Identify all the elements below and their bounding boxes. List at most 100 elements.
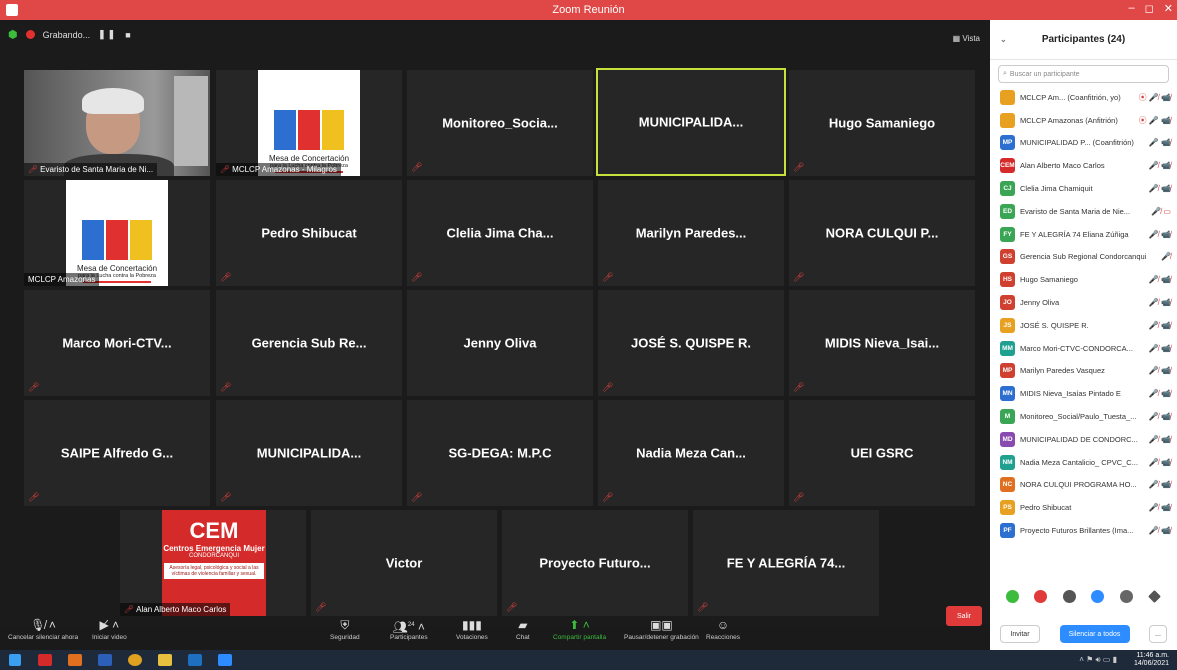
polls-button[interactable]: ▮▮▮ Votaciones bbox=[456, 616, 488, 641]
participant-row[interactable]: MD MUNICIPALIDAD DE CONDORC... 🎤̸ 📹̸ bbox=[990, 428, 1177, 451]
zoom-taskbar-icon[interactable] bbox=[210, 650, 240, 670]
video-tile-active-speaker[interactable]: MUNICIPALIDA... bbox=[596, 68, 786, 176]
video-tile[interactable]: UEI GSRC 🎤︎ bbox=[789, 400, 975, 506]
leave-button[interactable]: Salir bbox=[946, 606, 982, 626]
video-tile[interactable]: Marilyn Paredes... 🎤︎ bbox=[598, 180, 784, 286]
minimize-button[interactable]: – bbox=[1129, 2, 1135, 15]
participant-status-icons[interactable]: 🎤 📹̸ bbox=[1149, 138, 1171, 147]
outlook-icon[interactable] bbox=[180, 650, 210, 670]
participant-status-icons[interactable]: 🎤̸ 📹̸ bbox=[1149, 366, 1171, 375]
start-button[interactable] bbox=[0, 650, 30, 670]
participant-status-icons[interactable]: 🎤̸ 📹̸ bbox=[1149, 321, 1171, 330]
participant-row[interactable]: MCLCP Am... (Coanfitrión, yo) ⦿ 🎤̸ 📹̸ bbox=[990, 86, 1177, 109]
participant-status-icons[interactable]: 🎤̸ 📹̸ bbox=[1149, 526, 1171, 535]
video-tile[interactable]: Monitoreo_Socia... 🎤︎ bbox=[407, 70, 593, 176]
participant-status-icons[interactable]: 🎤̸ 📹̸ bbox=[1149, 503, 1171, 512]
participant-status-icons[interactable]: 🎤̸ 📹̸ bbox=[1149, 389, 1171, 398]
chevron-down-icon[interactable]: ⌄ bbox=[1000, 35, 1007, 44]
participant-row[interactable]: ED Evaristo de Santa Maria de Nie... 🎤̸ ▭ bbox=[990, 200, 1177, 223]
video-tile[interactable]: Hugo Samaniego 🎤︎ bbox=[789, 70, 975, 176]
more-button[interactable]: ... bbox=[1149, 625, 1167, 643]
invite-button[interactable]: Invitar bbox=[1000, 625, 1040, 643]
participant-row[interactable]: MP Marilyn Paredes Vasquez 🎤̸ 📹̸ bbox=[990, 360, 1177, 383]
chrome-icon[interactable] bbox=[120, 650, 150, 670]
video-tile[interactable]: Marco Mori-CTV... 🎤︎ bbox=[24, 290, 210, 396]
video-tile[interactable]: SAIPE Alfredo G... 🎤︎ bbox=[24, 400, 210, 506]
video-tile[interactable]: JOSÉ S. QUISPE R. 🎤︎ bbox=[598, 290, 784, 396]
video-tile[interactable]: Pedro Shibucat 🎤︎ bbox=[216, 180, 402, 286]
close-button[interactable]: ✕ bbox=[1164, 2, 1173, 15]
participant-status-icons[interactable]: ⦿ 🎤̸ 📹̸ bbox=[1139, 92, 1171, 103]
raise-hand-icon[interactable] bbox=[1148, 590, 1162, 603]
taskbar-clock[interactable]: 11:46 a.m. 14/06/2021 bbox=[1134, 652, 1169, 668]
stop-recording-button[interactable]: ■ bbox=[125, 30, 130, 40]
participant-row[interactable]: MM Marco Mori-CTVC-CONDORCA... 🎤̸ 📹̸ bbox=[990, 337, 1177, 360]
participant-status-icons[interactable]: ⦿ 🎤 📹̸ bbox=[1139, 115, 1171, 126]
participant-row[interactable]: MCLCP Amazonas (Anfitrión) ⦿ 🎤 📹̸ bbox=[990, 109, 1177, 132]
participant-row[interactable]: NM Nadia Meza Cantalicio_ CPVC_C... 🎤̸ 📹̸ bbox=[990, 451, 1177, 474]
video-tile[interactable]: Mesa de Concertación para la Lucha contr… bbox=[24, 180, 210, 286]
participant-row[interactable]: PS Pedro Shibucat 🎤̸ 📹̸ bbox=[990, 496, 1177, 519]
share-screen-button[interactable]: ⬆ ˄ Compartir pantalla bbox=[553, 616, 606, 641]
slow-down-icon[interactable] bbox=[1062, 590, 1076, 603]
more-reactions-icon[interactable] bbox=[1119, 590, 1133, 603]
participant-row[interactable]: GS Gerencia Sub Regional Condorcanqui 🎤̸ bbox=[990, 246, 1177, 269]
participant-status-icons[interactable]: 🎤̸ 📹̸ bbox=[1149, 275, 1171, 284]
video-tile[interactable]: CEM Centros Emergencia Mujer CONDORCANQU… bbox=[120, 510, 306, 616]
video-tile[interactable]: MIDIS Nieva_Isai... 🎤︎ bbox=[789, 290, 975, 396]
video-tile[interactable]: Victor 🎤︎ bbox=[311, 510, 497, 616]
participant-row[interactable]: MN MIDIS Nieva_Isaías Pintado E 🎤̸ 📹̸ bbox=[990, 382, 1177, 405]
participant-status-icons[interactable]: 🎤̸ 📹̸ bbox=[1149, 298, 1171, 307]
participant-status-icons[interactable]: 🎤̸ 📹̸ bbox=[1149, 480, 1171, 489]
video-tile[interactable]: 🎤︎ Evaristo de Santa Maria de Ni... bbox=[24, 70, 210, 176]
participant-status-icons[interactable]: 🎤̸ 📹̸ bbox=[1149, 230, 1171, 239]
participant-status-icons[interactable]: 🎤̸ bbox=[1161, 252, 1171, 261]
participant-status-icons[interactable]: 🎤̸ 📹̸ bbox=[1149, 344, 1171, 353]
maximize-button[interactable]: ◻ bbox=[1145, 2, 1154, 15]
mute-all-button[interactable]: Silenciar a todos bbox=[1059, 625, 1130, 643]
view-button[interactable]: ▦ Vista bbox=[953, 34, 980, 43]
participant-row[interactable]: CEM Alan Alberto Maco Carlos 🎤̸ 📹̸ bbox=[990, 154, 1177, 177]
video-tile[interactable]: Proyecto Futuro... 🎤︎ bbox=[502, 510, 688, 616]
participant-row[interactable]: M Monitoreo_Social/Paulo_Tuesta_... 🎤̸ 📹̸ bbox=[990, 405, 1177, 428]
no-icon[interactable] bbox=[1034, 590, 1048, 603]
video-tile[interactable]: Jenny Oliva bbox=[407, 290, 593, 396]
acrobat-icon[interactable] bbox=[30, 650, 60, 670]
participant-status-icons[interactable]: 🎤̸ 📹̸ bbox=[1149, 458, 1171, 467]
participant-status-icons[interactable]: 🎤̸ 📹̸ bbox=[1149, 412, 1171, 421]
video-tile[interactable]: FE Y ALEGRÍA 74... 🎤︎ bbox=[693, 510, 879, 616]
participant-status-icons[interactable]: 🎤̸ 📹̸ bbox=[1149, 435, 1171, 444]
participant-status-icons[interactable]: 🎤̸ 📹̸ bbox=[1149, 184, 1171, 193]
participant-row[interactable]: JS JOSÉ S. QUISPE R. 🎤̸ 📹̸ bbox=[990, 314, 1177, 337]
participant-status-icons[interactable]: 🎤̸ 📹̸ bbox=[1149, 161, 1171, 170]
unmute-button[interactable]: 🎙︎̸ ˄ Cancelar silenciar ahora bbox=[8, 616, 78, 641]
reactions-button[interactable]: ☺ Reacciones bbox=[706, 616, 740, 641]
participant-search-input[interactable]: ⌕ Buscar un participante bbox=[998, 65, 1169, 83]
word-icon[interactable] bbox=[90, 650, 120, 670]
participant-row[interactable]: CJ Clelia Jima Chamiquit 🎤̸ 📹̸ bbox=[990, 177, 1177, 200]
system-tray[interactable]: ˄ ⚑ 🔊︎ ▭ ▮ bbox=[1079, 655, 1117, 665]
participants-button[interactable]: 👥︎24 ˄ Participantes bbox=[390, 616, 428, 641]
participant-row[interactable]: NC NORA CULQUI PROGRAMA HO... 🎤̸ 📹̸ bbox=[990, 474, 1177, 497]
participant-row[interactable]: FY FE Y ALEGRÍA 74 Eliana Zúñiga 🎤̸ 📹̸ bbox=[990, 223, 1177, 246]
yes-icon[interactable] bbox=[1005, 590, 1019, 603]
video-tile[interactable]: Gerencia Sub Re... 🎤︎ bbox=[216, 290, 402, 396]
video-tile[interactable]: SG-DEGA: M.P.C 🎤︎ bbox=[407, 400, 593, 506]
chat-button[interactable]: ▰ Chat bbox=[516, 616, 530, 641]
video-tile[interactable]: Mesa de Concertación para la Lucha contr… bbox=[216, 70, 402, 176]
pause-recording-button[interactable]: ❚❚ bbox=[98, 29, 117, 40]
start-video-button[interactable]: ▶̸ ˄ Iniciar video bbox=[92, 616, 127, 641]
video-tile[interactable]: NORA CULQUI P... 🎤︎ bbox=[789, 180, 975, 286]
video-tile[interactable]: Clelia Jima Cha... 🎤︎ bbox=[407, 180, 593, 286]
media-player-icon[interactable] bbox=[60, 650, 90, 670]
video-tile[interactable]: MUNICIPALIDA... 🎤︎ bbox=[216, 400, 402, 506]
speed-up-icon[interactable] bbox=[1091, 590, 1105, 603]
pause-stop-recording-button[interactable]: ▣▣ Pausar/detener grabación bbox=[624, 616, 699, 641]
security-button[interactable]: ⛨ Seguridad bbox=[330, 616, 360, 641]
participant-row[interactable]: PF Proyecto Futuros Brillantes (Ima... 🎤̸ … bbox=[990, 519, 1177, 542]
participant-row[interactable]: JO Jenny Oliva 🎤̸ 📹̸ bbox=[990, 291, 1177, 314]
participant-row[interactable]: HS Hugo Samaniego 🎤̸ 📹̸ bbox=[990, 268, 1177, 291]
file-explorer-icon[interactable] bbox=[150, 650, 180, 670]
video-tile[interactable]: Nadia Meza Can... 🎤︎ bbox=[598, 400, 784, 506]
participant-status-icons[interactable]: 🎤̸ ▭ bbox=[1151, 207, 1171, 216]
